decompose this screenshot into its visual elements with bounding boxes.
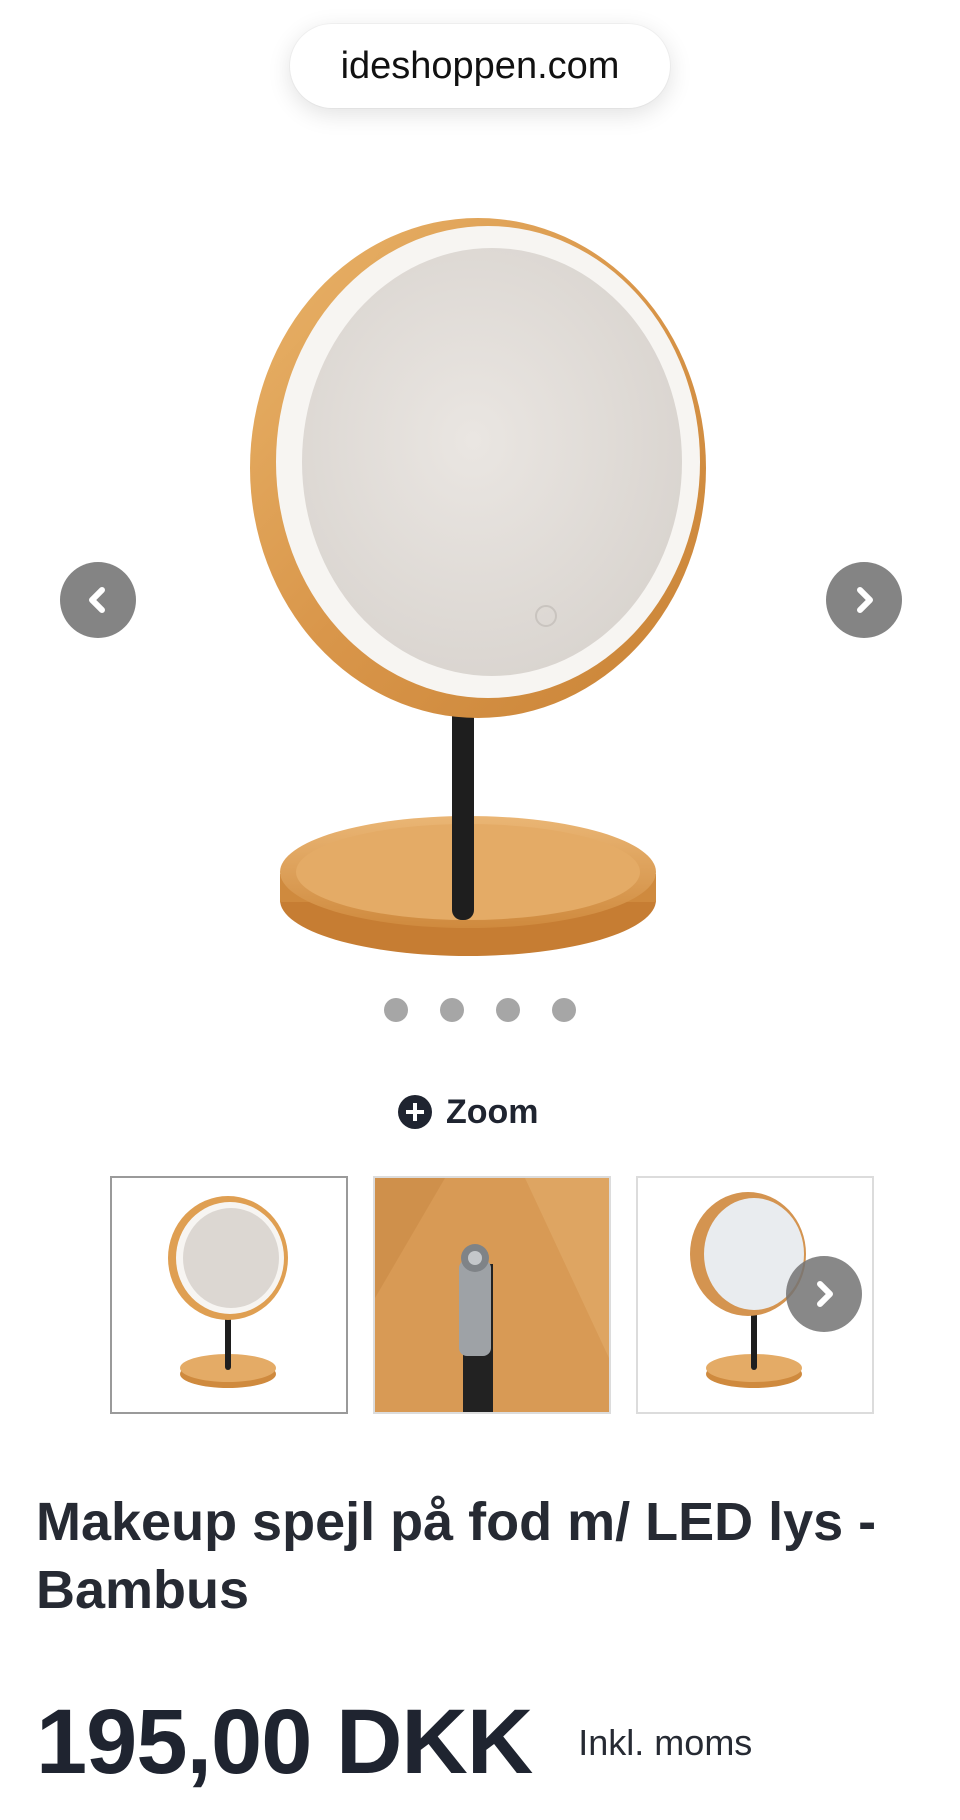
vat-note: Inkl. moms [578, 1721, 753, 1763]
product-title: Makeup spejl på fod m/ LED lys - Bambus [36, 1492, 877, 1620]
plus-circle-icon [398, 1095, 432, 1129]
chevron-left-icon [89, 587, 105, 613]
zoom-button[interactable]: Zoom [398, 1090, 539, 1134]
gallery-pagination [384, 998, 576, 1022]
pagination-dot[interactable] [384, 998, 408, 1022]
gallery-next-button[interactable] [826, 562, 902, 638]
mirror-illustration [250, 218, 706, 956]
thumbnail-mirror-front[interactable] [110, 1176, 348, 1414]
url-text: ideshoppen.com [340, 44, 620, 87]
price-row: 195,00 DKK Inkl. moms [36, 1690, 752, 1795]
gallery-prev-button[interactable] [60, 562, 136, 638]
zoom-label: Zoom [446, 1092, 539, 1131]
thumbnail-image [375, 1178, 609, 1412]
thumbnail-image [168, 1196, 288, 1388]
pagination-dot[interactable] [552, 998, 576, 1022]
chevron-right-icon [817, 1281, 833, 1307]
thumbnail-joint-detail[interactable] [373, 1176, 611, 1414]
thumbnails-next-button[interactable] [786, 1256, 862, 1332]
product-price: 195,00 DKK [36, 1691, 533, 1793]
url-bar[interactable]: ideshoppen.com [290, 24, 670, 108]
pagination-dot[interactable] [496, 998, 520, 1022]
pagination-dot[interactable] [440, 998, 464, 1022]
product-image-main[interactable] [0, 150, 960, 1050]
chevron-right-icon [857, 587, 873, 613]
